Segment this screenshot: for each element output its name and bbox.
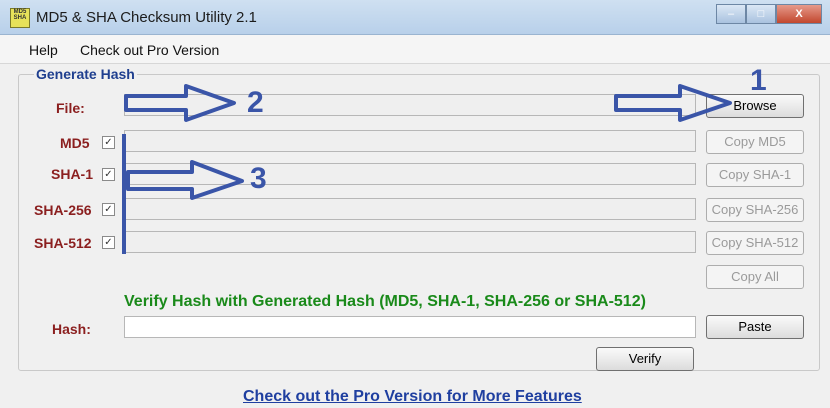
annotation-number-2: 2 bbox=[247, 86, 264, 119]
arrow-3-icon bbox=[126, 160, 244, 200]
arrow-2-icon bbox=[124, 84, 236, 122]
annotation-number-1: 1 bbox=[750, 64, 767, 97]
arrow-1-icon bbox=[614, 84, 732, 122]
annotation-overlay bbox=[122, 84, 732, 254]
annotation-number-3: 3 bbox=[250, 162, 267, 195]
app-window: MD5 SHA MD5 & SHA Checksum Utility 2.1 –… bbox=[0, 0, 830, 408]
